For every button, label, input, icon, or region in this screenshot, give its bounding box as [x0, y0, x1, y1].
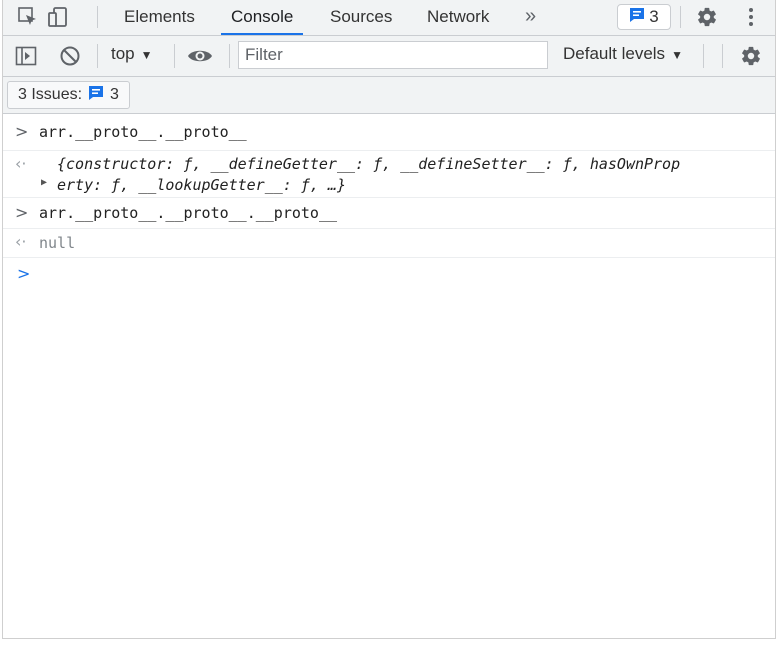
console-settings-gear-icon[interactable]: [738, 43, 764, 69]
tab-sources[interactable]: Sources: [330, 0, 392, 35]
toolbar-divider: [97, 44, 98, 68]
show-sidebar-icon[interactable]: [13, 43, 39, 69]
toolbar-divider: [680, 6, 681, 28]
result-arrow-icon: ‹·: [15, 232, 27, 251]
issues-count: 3: [649, 7, 659, 26]
more-options-icon[interactable]: [738, 4, 764, 30]
console-entry-input: > arr.__proto__.__proto__: [3, 114, 775, 151]
dropdown-arrow-icon: ▼: [671, 48, 683, 62]
devtools-tab-bar: Elements Console Sources Network » 3: [3, 0, 775, 36]
tab-network[interactable]: Network: [427, 0, 489, 35]
console-entry-input: > arr.__proto__.__proto__.__proto__: [3, 198, 775, 229]
console-result-null: null: [39, 234, 76, 252]
console-entry-result: ‹· null: [3, 229, 775, 258]
inspect-element-icon[interactable]: [15, 4, 41, 30]
result-arrow-icon: ‹·: [15, 154, 27, 173]
context-label: top: [111, 44, 135, 63]
issues-label: 3 Issues:: [18, 86, 83, 103]
toolbar-divider: [722, 44, 723, 68]
context-selector[interactable]: top ▼: [111, 44, 153, 64]
console-toolbar: top ▼ Default levels ▼: [3, 36, 775, 77]
issues-link-button[interactable]: 3 Issues: 3: [7, 81, 130, 109]
object-preview[interactable]: {constructor: ƒ, __defineGetter__: ƒ, __…: [3, 151, 775, 196]
console-entry-result: ‹· ▶ {constructor: ƒ, __defineGetter__: …: [3, 151, 775, 198]
toolbar-divider: [229, 44, 230, 68]
settings-gear-icon[interactable]: [694, 4, 720, 30]
clear-console-icon[interactable]: [57, 43, 83, 69]
console-prompt-icon[interactable]: >: [17, 264, 30, 283]
devtools-window: Elements Console Sources Network » 3 top…: [2, 0, 776, 639]
console-output[interactable]: > arr.__proto__.__proto__ ‹· ▶ {construc…: [3, 114, 775, 283]
toolbar-divider: [174, 44, 175, 68]
message-icon: [88, 85, 104, 106]
filter-input[interactable]: [238, 41, 548, 69]
more-tabs-chevron-icon[interactable]: »: [525, 0, 536, 35]
issues-counter-button[interactable]: 3: [617, 4, 671, 30]
issues-bar-count: 3: [110, 86, 119, 103]
tab-console[interactable]: Console: [221, 0, 304, 35]
object-preview-line: erty: ƒ, __lookupGetter__: ƒ, …}: [57, 176, 346, 194]
object-preview-line: {constructor: ƒ, __defineGetter__: ƒ, __…: [57, 155, 681, 173]
tab-elements[interactable]: Elements: [124, 0, 195, 35]
toolbar-divider: [97, 6, 98, 28]
expand-triangle-icon[interactable]: ▶: [41, 177, 47, 188]
input-chevron-icon: >: [15, 203, 29, 222]
console-input-text: arr.__proto__.__proto__.__proto__: [39, 204, 338, 222]
live-expression-eye-icon[interactable]: [187, 43, 213, 69]
toolbar-divider: [703, 44, 704, 68]
issues-bar: 3 Issues: 3: [3, 77, 775, 114]
console-input-text: arr.__proto__.__proto__: [39, 123, 247, 141]
input-chevron-icon: >: [15, 122, 29, 141]
log-levels-dropdown[interactable]: Default levels ▼: [563, 44, 683, 64]
message-icon: [629, 7, 645, 28]
dropdown-arrow-icon: ▼: [140, 48, 153, 62]
log-levels-label: Default levels: [563, 44, 666, 63]
device-toolbar-icon[interactable]: [45, 4, 71, 30]
